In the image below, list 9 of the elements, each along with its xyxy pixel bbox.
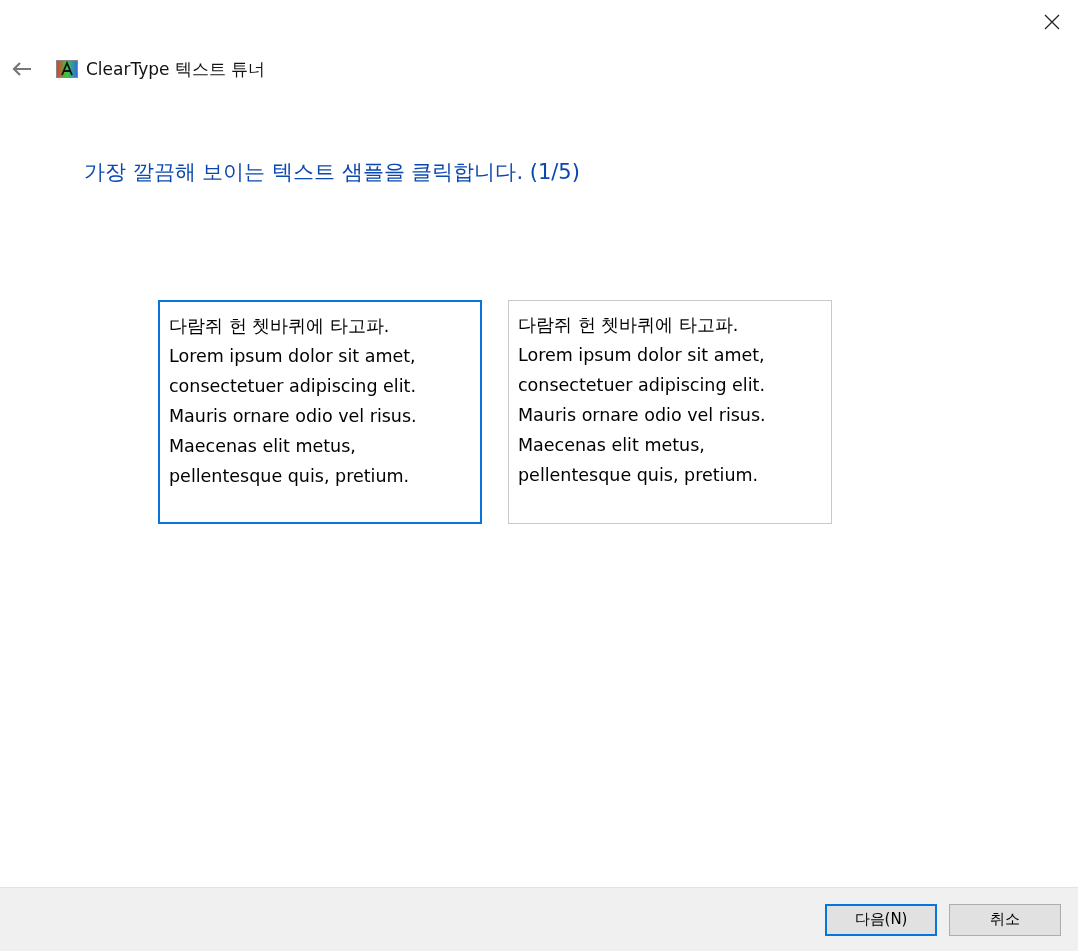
text-sample-option[interactable]: 다람쥐 헌 쳇바퀴에 타고파. Lorem ipsum dolor sit amet, consectetuer adipiscing elit. Mauris ornare odio vel risus. Maecenas elit metus, pellentesque quis, pretium. bbox=[158, 300, 482, 524]
text-sample-option[interactable]: 다람쥐 헌 쳇바퀴에 타고파. Lorem ipsum dolor sit amet, consectetuer adipiscing elit. Mauris ornare odio vel risus. Maecenas elit metus, pellentesque quis, pretium. bbox=[508, 300, 832, 524]
cancel-button[interactable]: 취소 bbox=[949, 903, 1061, 936]
app-icon bbox=[56, 60, 78, 78]
close-icon[interactable] bbox=[1044, 14, 1060, 30]
next-button[interactable]: 다음(N) bbox=[825, 903, 937, 936]
back-arrow-icon[interactable] bbox=[12, 62, 32, 76]
window-title: ClearType 텍스트 튜너 bbox=[86, 57, 266, 81]
instruction-heading: 가장 깔끔해 보이는 텍스트 샘플을 클릭합니다. (1/5) bbox=[84, 159, 581, 186]
